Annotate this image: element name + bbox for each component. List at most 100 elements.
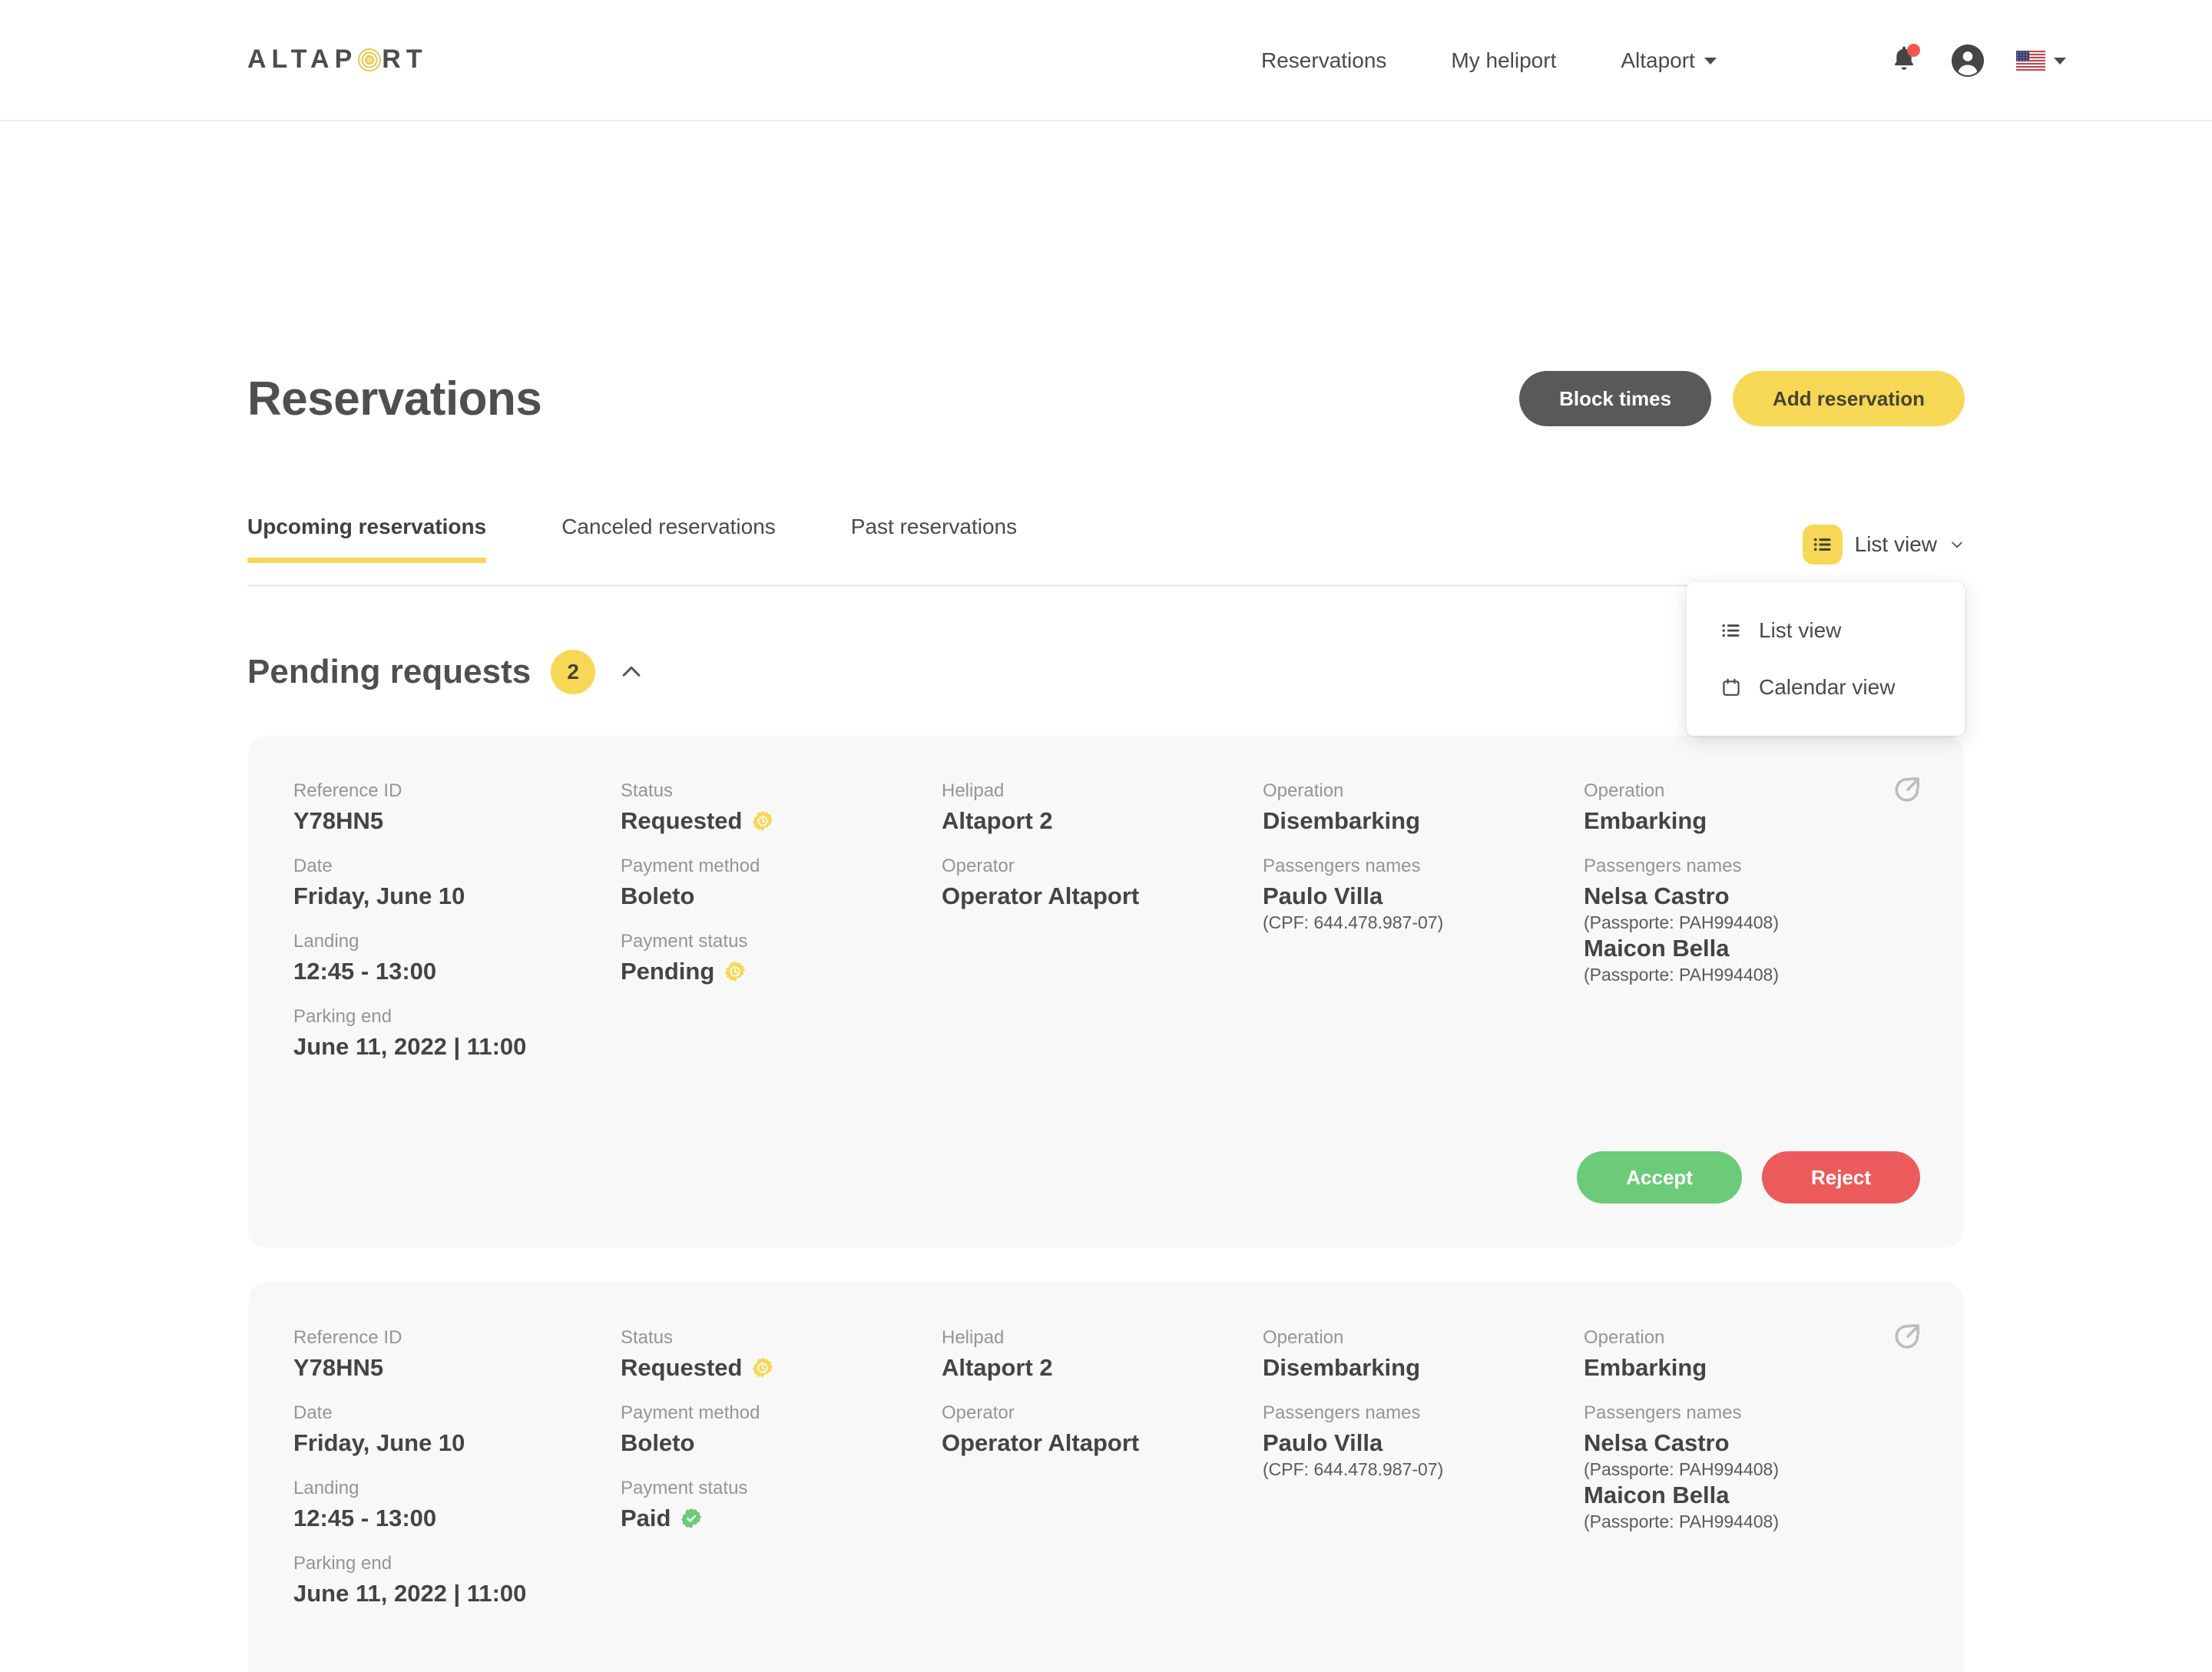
reservation-card[interactable]: Reference ID Y78HN5 Date Friday, June 10… (249, 736, 1963, 1247)
tab-upcoming-reservations[interactable]: Upcoming reservations (247, 515, 487, 563)
field-reference-id: Reference ID Y78HN5 (293, 1327, 621, 1382)
brand-logo[interactable]: ALTAP RT (247, 45, 428, 74)
field-helipad: Helipad Altaport 2 (942, 780, 1263, 835)
us-flag-graphic (2016, 51, 2045, 71)
list-icon (1802, 525, 1843, 565)
account-avatar-icon[interactable] (1950, 43, 1985, 78)
field-label: Payment status (621, 931, 748, 952)
reservation-card[interactable]: Reference ID Y78HN5 Date Friday, June 10… (249, 1283, 1963, 1672)
field-label: Payment method (621, 1402, 760, 1423)
field-passengers-in: Passengers names Nelsa Castro (Passporte… (1584, 856, 1906, 985)
field-label: Payment status (621, 1478, 748, 1498)
field-value: June 11, 2022 | 11:00 (293, 1033, 527, 1060)
field-value: 12:45 - 13:00 (293, 958, 437, 985)
passenger-entry: Nelsa Castro (Passporte: PAH994408) (1584, 882, 1906, 933)
notification-badge-dot (1907, 44, 1920, 57)
field-value: Disembarking (1263, 1354, 1421, 1381)
field-label: Operation (1584, 1327, 1665, 1348)
payment-status-text: Pending (621, 958, 715, 985)
field-payment-status: Payment status Pending (621, 931, 942, 985)
passenger-entry: Maicon Bella (Passporte: PAH994408) (1584, 935, 1906, 985)
clock-badge-icon (753, 811, 773, 831)
tab-canceled-reservations-label: Canceled reservations (561, 515, 776, 538)
field-value: Embarking (1584, 1354, 1707, 1381)
block-times-button[interactable]: Block times (1519, 371, 1712, 426)
brand-logo-o-icon (357, 48, 381, 71)
nav-item-my-heliport[interactable]: My heliport (1419, 48, 1588, 73)
header-icon-group (1889, 0, 2066, 121)
page-action-buttons: Block times Add reservation (1519, 371, 1965, 426)
field-value: Y78HN5 (293, 1354, 384, 1381)
chevron-up-icon[interactable] (618, 659, 644, 685)
list-icon (1722, 624, 1740, 637)
field-operator: Operator Operator Altaport (942, 1402, 1263, 1457)
view-menu-item-list-view-label: List view (1759, 618, 1842, 642)
field-label: Status (621, 1327, 674, 1348)
view-switch-menu: List view Calendar view (1687, 582, 1965, 736)
card-column-status: Status Requested Payment method Boleto P… (621, 780, 942, 1081)
tab-canceled-reservations[interactable]: Canceled reservations (561, 515, 776, 561)
field-value-with-icon: Paid (621, 1505, 942, 1532)
tab-past-reservations-label: Past reservations (850, 515, 1018, 538)
passenger-document: (Passporte: PAH994408) (1584, 965, 1779, 985)
field-label: Operation (1263, 1327, 1344, 1348)
passenger-entry: Paulo Villa (CPF: 644.478.987-07) (1263, 1429, 1584, 1480)
field-value: Friday, June 10 (293, 882, 465, 909)
view-menu-item-calendar-view[interactable]: Calendar view (1687, 659, 1965, 716)
accept-button[interactable]: Accept (1577, 1151, 1742, 1204)
status-text: Requested (621, 1354, 743, 1381)
field-status: Status Requested (621, 1327, 942, 1382)
field-date: Date Friday, June 10 (293, 1402, 621, 1457)
field-label: Helipad (942, 1327, 1005, 1348)
card-column-helipad: Helipad Altaport 2 Operator Operator Alt… (942, 780, 1263, 1081)
card-column-reference: Reference ID Y78HN5 Date Friday, June 10… (293, 1327, 621, 1628)
field-landing: Landing 12:45 - 13:00 (293, 931, 621, 985)
field-value: Friday, June 10 (293, 1429, 465, 1456)
passenger-name: Maicon Bella (1584, 935, 1730, 962)
payment-status-text: Paid (621, 1505, 671, 1531)
open-external-icon[interactable] (1892, 776, 1922, 805)
passenger-entry: Nelsa Castro (Passporte: PAH994408) (1584, 1429, 1906, 1480)
field-label: Parking end (293, 1006, 392, 1027)
passenger-name: Paulo Villa (1263, 1429, 1383, 1456)
tab-past-reservations[interactable]: Past reservations (851, 515, 1017, 561)
field-payment-status: Payment status Paid (621, 1478, 942, 1532)
passenger-document: (Passporte: PAH994408) (1584, 912, 1779, 932)
nav-item-reservations[interactable]: Reservations (1229, 48, 1419, 73)
field-label: Parking end (293, 1553, 392, 1574)
passenger-entry: Maicon Bella (Passporte: PAH994408) (1584, 1482, 1906, 1532)
card-column-embarking: Operation Embarking Passengers names Nel… (1584, 1327, 1906, 1628)
view-menu-item-list-view[interactable]: List view (1687, 602, 1965, 659)
passenger-name: Paulo Villa (1263, 882, 1383, 909)
field-payment-method: Payment method Boleto (621, 856, 942, 910)
add-reservation-button[interactable]: Add reservation (1733, 371, 1965, 426)
status-text: Requested (621, 807, 743, 834)
field-value-with-icon: Pending (621, 958, 942, 985)
notifications-bell-icon[interactable] (1889, 44, 1920, 78)
nav-item-altaport[interactable]: Altaport (1588, 48, 1749, 73)
calendar-icon (1723, 678, 1740, 696)
passenger-document: (Passporte: PAH994408) (1584, 1459, 1779, 1479)
clock-badge-icon (725, 962, 746, 982)
field-status: Status Requested (621, 780, 942, 835)
card-column-disembarking: Operation Disembarking Passengers names … (1263, 780, 1584, 1081)
view-switch-button[interactable]: List view (1802, 525, 1965, 565)
field-passengers-out: Passengers names Paulo Villa (CPF: 644.4… (1263, 1402, 1584, 1480)
passenger-name: Nelsa Castro (1584, 1429, 1730, 1456)
field-landing: Landing 12:45 - 13:00 (293, 1478, 621, 1532)
field-label: Date (293, 1402, 333, 1423)
reservation-card-grid: Reference ID Y78HN5 Date Friday, June 10… (293, 780, 1919, 1081)
field-payment-method: Payment method Boleto (621, 1402, 942, 1457)
field-label: Passengers names (1584, 856, 1742, 876)
field-value: Boleto (621, 882, 695, 909)
field-label: Passengers names (1584, 1402, 1742, 1423)
open-external-icon[interactable] (1892, 1323, 1922, 1352)
reject-button[interactable]: Reject (1761, 1151, 1920, 1204)
field-value-with-icon: Requested (621, 1354, 942, 1382)
field-label: Payment method (621, 856, 760, 876)
page-title-row: Reservations Block times Add reservation (247, 371, 1965, 426)
card-column-reference: Reference ID Y78HN5 Date Friday, June 10… (293, 780, 621, 1081)
field-value: Boleto (621, 1429, 695, 1456)
language-flag-us-icon[interactable] (2016, 51, 2066, 71)
field-value: Disembarking (1263, 807, 1421, 834)
